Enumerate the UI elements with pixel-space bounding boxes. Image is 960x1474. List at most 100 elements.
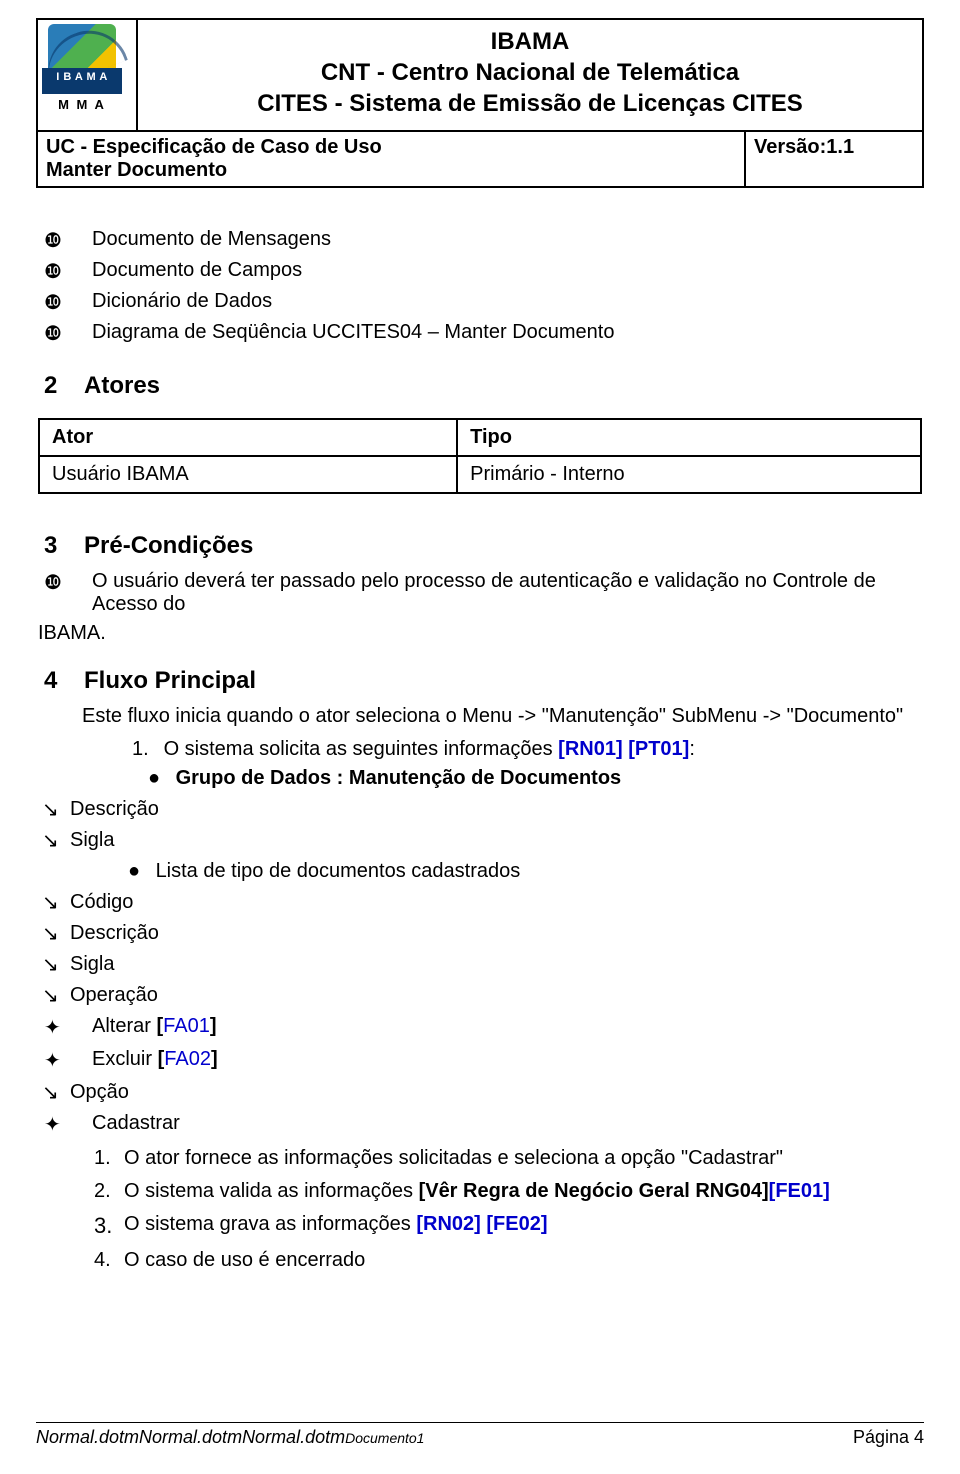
top-bullet-4: ❿ Diagrama de Seqüência UCCITES04 – Mant… (38, 321, 922, 346)
step-t-3: O sistema grava as informações [RN02] [F… (124, 1213, 547, 1239)
ref-rn02: [RN02] (416, 1213, 480, 1235)
cross-icon: ✦ (38, 1112, 92, 1137)
logo-mma: M M A (42, 97, 122, 112)
arrow-operacao: ↘ Operação (38, 984, 922, 1007)
cross-excluir-text: Excluir [FA02] (92, 1048, 922, 1071)
sec4-step1: 1. O sistema solicita as seguintes infor… (132, 738, 922, 761)
step-row-3: 3. O sistema grava as informações [RN02]… (94, 1213, 922, 1239)
dept-name: CNT - Centro Nacional de Telemática (148, 57, 912, 88)
arrow-dr-icon: ↘ (38, 800, 70, 820)
section-3-num: 3 (38, 532, 84, 560)
section-4-heading: 4 Fluxo Principal (38, 667, 922, 695)
arrow-sigla-1-text: Sigla (70, 829, 922, 852)
dot-icon: ● (128, 860, 150, 883)
step-t-2a: O sistema valida as informações (124, 1180, 419, 1202)
step-n-4: 4. (94, 1249, 124, 1272)
actor-table: Ator Tipo Usuário IBAMA Primário - Inter… (38, 418, 922, 494)
step1-text: O sistema solicita as seguintes informaç… (164, 738, 559, 760)
section-2-num: 2 (38, 372, 84, 400)
section-3-title: Pré-Condições (84, 532, 253, 560)
step-t-2b: [Vêr Regra de Negócio Geral RNG04] (419, 1180, 769, 1202)
arrow-descricao-1: ↘ Descrição (38, 798, 922, 821)
dot-icon: ● (148, 767, 170, 790)
uc-cell: UC - Especificação de Caso de Uso Manter… (37, 131, 745, 187)
org-name: IBAMA (148, 26, 912, 57)
step1-colon: : (689, 738, 695, 760)
step-t-4: O caso de uso é encerrado (124, 1249, 365, 1272)
section-2-heading: 2 Atores (38, 372, 922, 400)
arrow-codigo: ↘ Código (38, 891, 922, 914)
section-4-num: 4 (38, 667, 84, 695)
bullet-icon: ❿ (38, 570, 92, 595)
arrow-sigla-1: ↘ Sigla (38, 829, 922, 852)
arrow-descricao-1-text: Descrição (70, 798, 922, 821)
bullet-icon: ❿ (38, 228, 92, 253)
cross-alterar-label: Alterar (92, 1015, 156, 1037)
sec3-bullet: ❿ O usuário deverá ter passado pelo proc… (38, 570, 922, 616)
version-cell: Versão:1.1 (745, 131, 923, 187)
arrow-dr-icon: ↘ (38, 924, 70, 944)
section-2-title: Atores (84, 372, 160, 400)
top-bullet-3-text: Dicionário de Dados (92, 290, 922, 313)
footer-doc: Documento1 (345, 1430, 424, 1446)
arrow-operacao-text: Operação (70, 984, 922, 1007)
actor-td-1: Usuário IBAMA (39, 456, 457, 493)
arrow-descricao-2-text: Descrição (70, 922, 922, 945)
section-4-title: Fluxo Principal (84, 667, 256, 695)
sec3-bullet-text: O usuário deverá ter passado pelo proces… (92, 570, 922, 616)
content: ❿ Documento de Mensagens ❿ Documento de … (36, 188, 924, 1272)
bullet-icon: ❿ (38, 321, 92, 346)
group-lead: Grupo de Dados : (176, 767, 344, 789)
arrow-dr-icon: ↘ (38, 986, 70, 1006)
footer-tpl-1: Normal.dotm (36, 1427, 139, 1447)
top-bullet-3: ❿ Dicionário de Dados (38, 290, 922, 315)
step-row-1: 1. O ator fornece as informações solicit… (94, 1147, 922, 1170)
step1-num: 1. (132, 738, 158, 761)
cross-cadastrar-text: Cadastrar (92, 1112, 922, 1135)
arrow-sigla-2-text: Sigla (70, 953, 922, 976)
top-bullet-2-text: Documento de Campos (92, 259, 922, 282)
group-name: Manutenção de Documentos (343, 767, 621, 789)
sec3-bullet-cont: IBAMA. (38, 622, 922, 645)
step-n-2: 2. (94, 1180, 124, 1203)
section-3-heading: 3 Pré-Condições (38, 532, 922, 560)
actor-th-1: Ator (39, 419, 457, 456)
top-bullet-1: ❿ Documento de Mensagens (38, 228, 922, 253)
arrow-opcao: ↘ Opção (38, 1081, 922, 1104)
step-row-2: 2. O sistema valida as informações [Vêr … (94, 1180, 922, 1203)
ref-pt01: [PT01] (628, 738, 689, 760)
list-line-text: Lista de tipo de documentos cadastrados (156, 860, 521, 882)
ref-fa01: FA01 (163, 1015, 210, 1037)
footer-left: Normal.dotmNormal.dotmNormal.dotmDocumen… (36, 1427, 424, 1448)
logo-cell: I B A M A M M A (37, 19, 137, 131)
cross-icon: ✦ (38, 1015, 92, 1040)
cross-excluir: ✦ Excluir [FA02] (38, 1048, 922, 1073)
top-bullet-2: ❿ Documento de Campos (38, 259, 922, 284)
arrow-dr-icon: ↘ (38, 831, 70, 851)
footer: Normal.dotmNormal.dotmNormal.dotmDocumen… (36, 1422, 924, 1448)
page: I B A M A M M A IBAMA CNT - Centro Nacio… (0, 0, 960, 1474)
list-line: ● Lista de tipo de documentos cadastrado… (128, 860, 922, 883)
cross-alterar-text: Alterar [FA01] (92, 1015, 922, 1038)
arrow-dr-icon: ↘ (38, 955, 70, 975)
arrow-codigo-text: Código (70, 891, 922, 914)
cross-icon: ✦ (38, 1048, 92, 1073)
arrow-sigla-2: ↘ Sigla (38, 953, 922, 976)
sec4-intro: Este fluxo inicia quando o ator selecion… (82, 705, 922, 728)
top-bullet-1-text: Documento de Mensagens (92, 228, 922, 251)
footer-page: Página 4 (853, 1427, 924, 1448)
step-n-3: 3. (94, 1213, 124, 1239)
bullet-icon: ❿ (38, 259, 92, 284)
cross-alterar: ✦ Alterar [FA01] (38, 1015, 922, 1040)
ref-fe01: [FE01] (769, 1180, 830, 1202)
uc-line2: Manter Documento (46, 159, 736, 182)
arrow-opcao-text: Opção (70, 1081, 922, 1104)
arrow-dr-icon: ↘ (38, 893, 70, 913)
step-t-3a: O sistema grava as informações (124, 1213, 416, 1235)
group-line: ● Grupo de Dados : Manutenção de Documen… (148, 767, 922, 790)
step-t-2: O sistema valida as informações [Vêr Reg… (124, 1180, 830, 1203)
step-n-1: 1. (94, 1147, 124, 1170)
system-name: CITES - Sistema de Emissão de Licenças C… (148, 88, 912, 119)
actor-td-2: Primário - Interno (457, 456, 921, 493)
step-row-4: 4. O caso de uso é encerrado (94, 1249, 922, 1272)
